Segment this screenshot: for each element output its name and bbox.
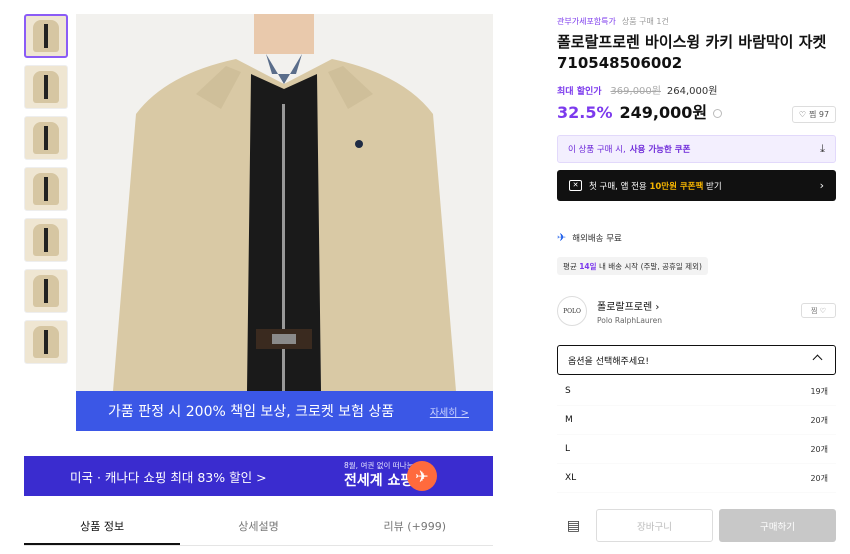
max-discount-row: 최대 할인가 369,000원 264,000원: [557, 82, 717, 97]
thumbnail-list: [24, 14, 70, 371]
promo-text: 미국 · 캐나다 쇼핑 최대 83% 할인 >: [70, 469, 267, 485]
coupon-pack-highlight: 10만원 쿠폰팩: [649, 181, 704, 192]
shipping-row: ✈ 해외배송 무료: [557, 231, 622, 244]
tab-product-info[interactable]: 상품 정보: [24, 512, 181, 545]
delivery-estimate: 평균 14일 내 배송 시작 (주말, 공휴일 제외): [557, 257, 708, 275]
product-tabs: 상품 정보 상세설명 리뷰 (+999): [24, 512, 493, 546]
product-title: 폴로랄프로렌 바이스윙 카키 바람막이 자켓 710548506002: [557, 33, 827, 72]
breadcrumb: 관부가세포함특가 상품 구매 1건: [557, 16, 669, 27]
jacket-thumb-image: [33, 122, 59, 154]
download-icon[interactable]: ⤓: [820, 142, 825, 156]
first-purchase-text: 첫 구매, 앱 전용: [589, 181, 647, 192]
option-item[interactable]: M 20개: [557, 406, 836, 435]
jacket-thumb-image: [33, 224, 59, 256]
jacket-thumb-image: [33, 71, 59, 103]
discounted-price: 264,000원: [666, 86, 718, 97]
brand-logo: POLO: [557, 296, 587, 326]
thumbnail[interactable]: [24, 116, 68, 160]
thumbnail[interactable]: [24, 218, 68, 262]
insurance-banner-text: 가품 판정 시 200% 책임 보상, 크로켓 보험 상품: [108, 404, 395, 420]
promo-title: 전세계 쇼핑: [344, 473, 414, 489]
product-main-image: [76, 14, 493, 391]
insurance-banner[interactable]: 가품 판정 시 200% 책임 보상, 크로켓 보험 상품 자세히 >: [76, 391, 493, 431]
purchase-count: 상품 구매 1건: [621, 17, 669, 26]
first-purchase-bar[interactable]: ✕ 첫 구매, 앱 전용 10만원 쿠폰팩 받기 ›: [557, 170, 836, 201]
coupon-bar[interactable]: 이 상품 구매 시, 사용 가능한 쿠폰 ⤓: [557, 135, 836, 163]
option-item[interactable]: XL 20개: [557, 464, 836, 493]
wishlist-button[interactable]: ♡ 찜 97: [792, 106, 836, 123]
brand-sub: Polo RalphLauren: [597, 315, 662, 325]
buy-now-button[interactable]: 구매하기: [719, 509, 836, 542]
option-size: M: [565, 415, 573, 425]
option-item[interactable]: S 19개: [557, 377, 836, 406]
option-qty: 20개: [810, 473, 828, 483]
wish-count: 찜 97: [809, 110, 830, 119]
add-to-cart-button[interactable]: 장바구니: [596, 509, 713, 542]
follow-label: 찜: [811, 306, 818, 315]
jacket-thumb-image: [33, 326, 59, 358]
avg-days: 14일: [579, 262, 597, 271]
thumbnail[interactable]: [24, 269, 68, 313]
avg-prefix: 평균: [563, 262, 577, 271]
max-discount-label: 최대 할인가: [557, 87, 602, 97]
jacket-thumb-image: [33, 20, 59, 52]
insurance-more-link[interactable]: 자세히 >: [430, 404, 469, 419]
breadcrumb-category[interactable]: 관부가세포함특가: [557, 17, 616, 26]
thumbnail[interactable]: [24, 167, 68, 211]
thumbnail[interactable]: [24, 65, 68, 109]
chevron-right-icon: ›: [819, 179, 824, 192]
price-row: 32.5% 249,000원: [557, 99, 723, 123]
purchase-actions: ▤ 장바구니 구매하기: [557, 509, 836, 542]
thumbnail[interactable]: [24, 14, 68, 58]
tab-reviews[interactable]: 리뷰 (+999): [337, 512, 493, 545]
option-qty: 20개: [810, 444, 828, 454]
global-shopping-banner[interactable]: 미국 · 캐나다 쇼핑 최대 83% 할인 > 8월, 여권 없이 떠나는 전세…: [24, 456, 493, 496]
coupon-text: 이 상품 구매 시,: [568, 145, 626, 155]
option-item[interactable]: L 20개: [557, 435, 836, 464]
jacket-thumb-image: [33, 173, 59, 205]
coupon-highlight: 사용 가능한 쿠폰: [629, 145, 691, 155]
avg-suffix: 내 배송 시작 (주말, 공휴일 제외): [598, 262, 702, 271]
brand-row[interactable]: POLO 폴로랄프로렌 › Polo RalphLauren: [557, 296, 662, 326]
option-qty: 19개: [810, 386, 828, 396]
option-size: L: [565, 444, 571, 454]
option-list: S 19개 M 20개 L 20개 XL 20개: [557, 377, 836, 493]
brand-follow-button[interactable]: 찜 ♡: [801, 303, 836, 318]
jacket-illustration: [76, 14, 493, 391]
airplane-icon: ✈: [557, 231, 567, 244]
original-price: 369,000원: [610, 86, 661, 97]
brand-name-block: 폴로랄프로렌 › Polo RalphLauren: [597, 298, 662, 325]
shipping-label: 해외배송 무료: [572, 233, 622, 244]
coupon-ticket-icon: ✕: [569, 180, 582, 191]
brand-name: 폴로랄프로렌: [597, 301, 653, 313]
final-price: 249,000원: [619, 103, 708, 122]
chat-icon[interactable]: ▤: [557, 509, 590, 542]
discount-percent: 32.5%: [557, 103, 613, 122]
option-placeholder: 옵션을 선택해주세요!: [568, 356, 649, 367]
chevron-up-icon: [812, 354, 823, 365]
thumbnail[interactable]: [24, 320, 68, 364]
option-select[interactable]: 옵션을 선택해주세요!: [557, 345, 836, 375]
option-size: S: [565, 386, 571, 396]
first-purchase-suffix: 받기: [706, 181, 722, 192]
info-icon[interactable]: [713, 109, 723, 118]
jacket-thumb-image: [33, 275, 59, 307]
tab-description[interactable]: 상세설명: [180, 512, 336, 545]
airplane-icon: ✈: [407, 461, 437, 491]
option-size: XL: [565, 473, 577, 483]
heart-icon: ♡: [819, 306, 826, 315]
heart-icon: ♡: [798, 110, 807, 119]
chevron-right-icon: ›: [655, 301, 660, 313]
option-qty: 20개: [810, 415, 828, 425]
